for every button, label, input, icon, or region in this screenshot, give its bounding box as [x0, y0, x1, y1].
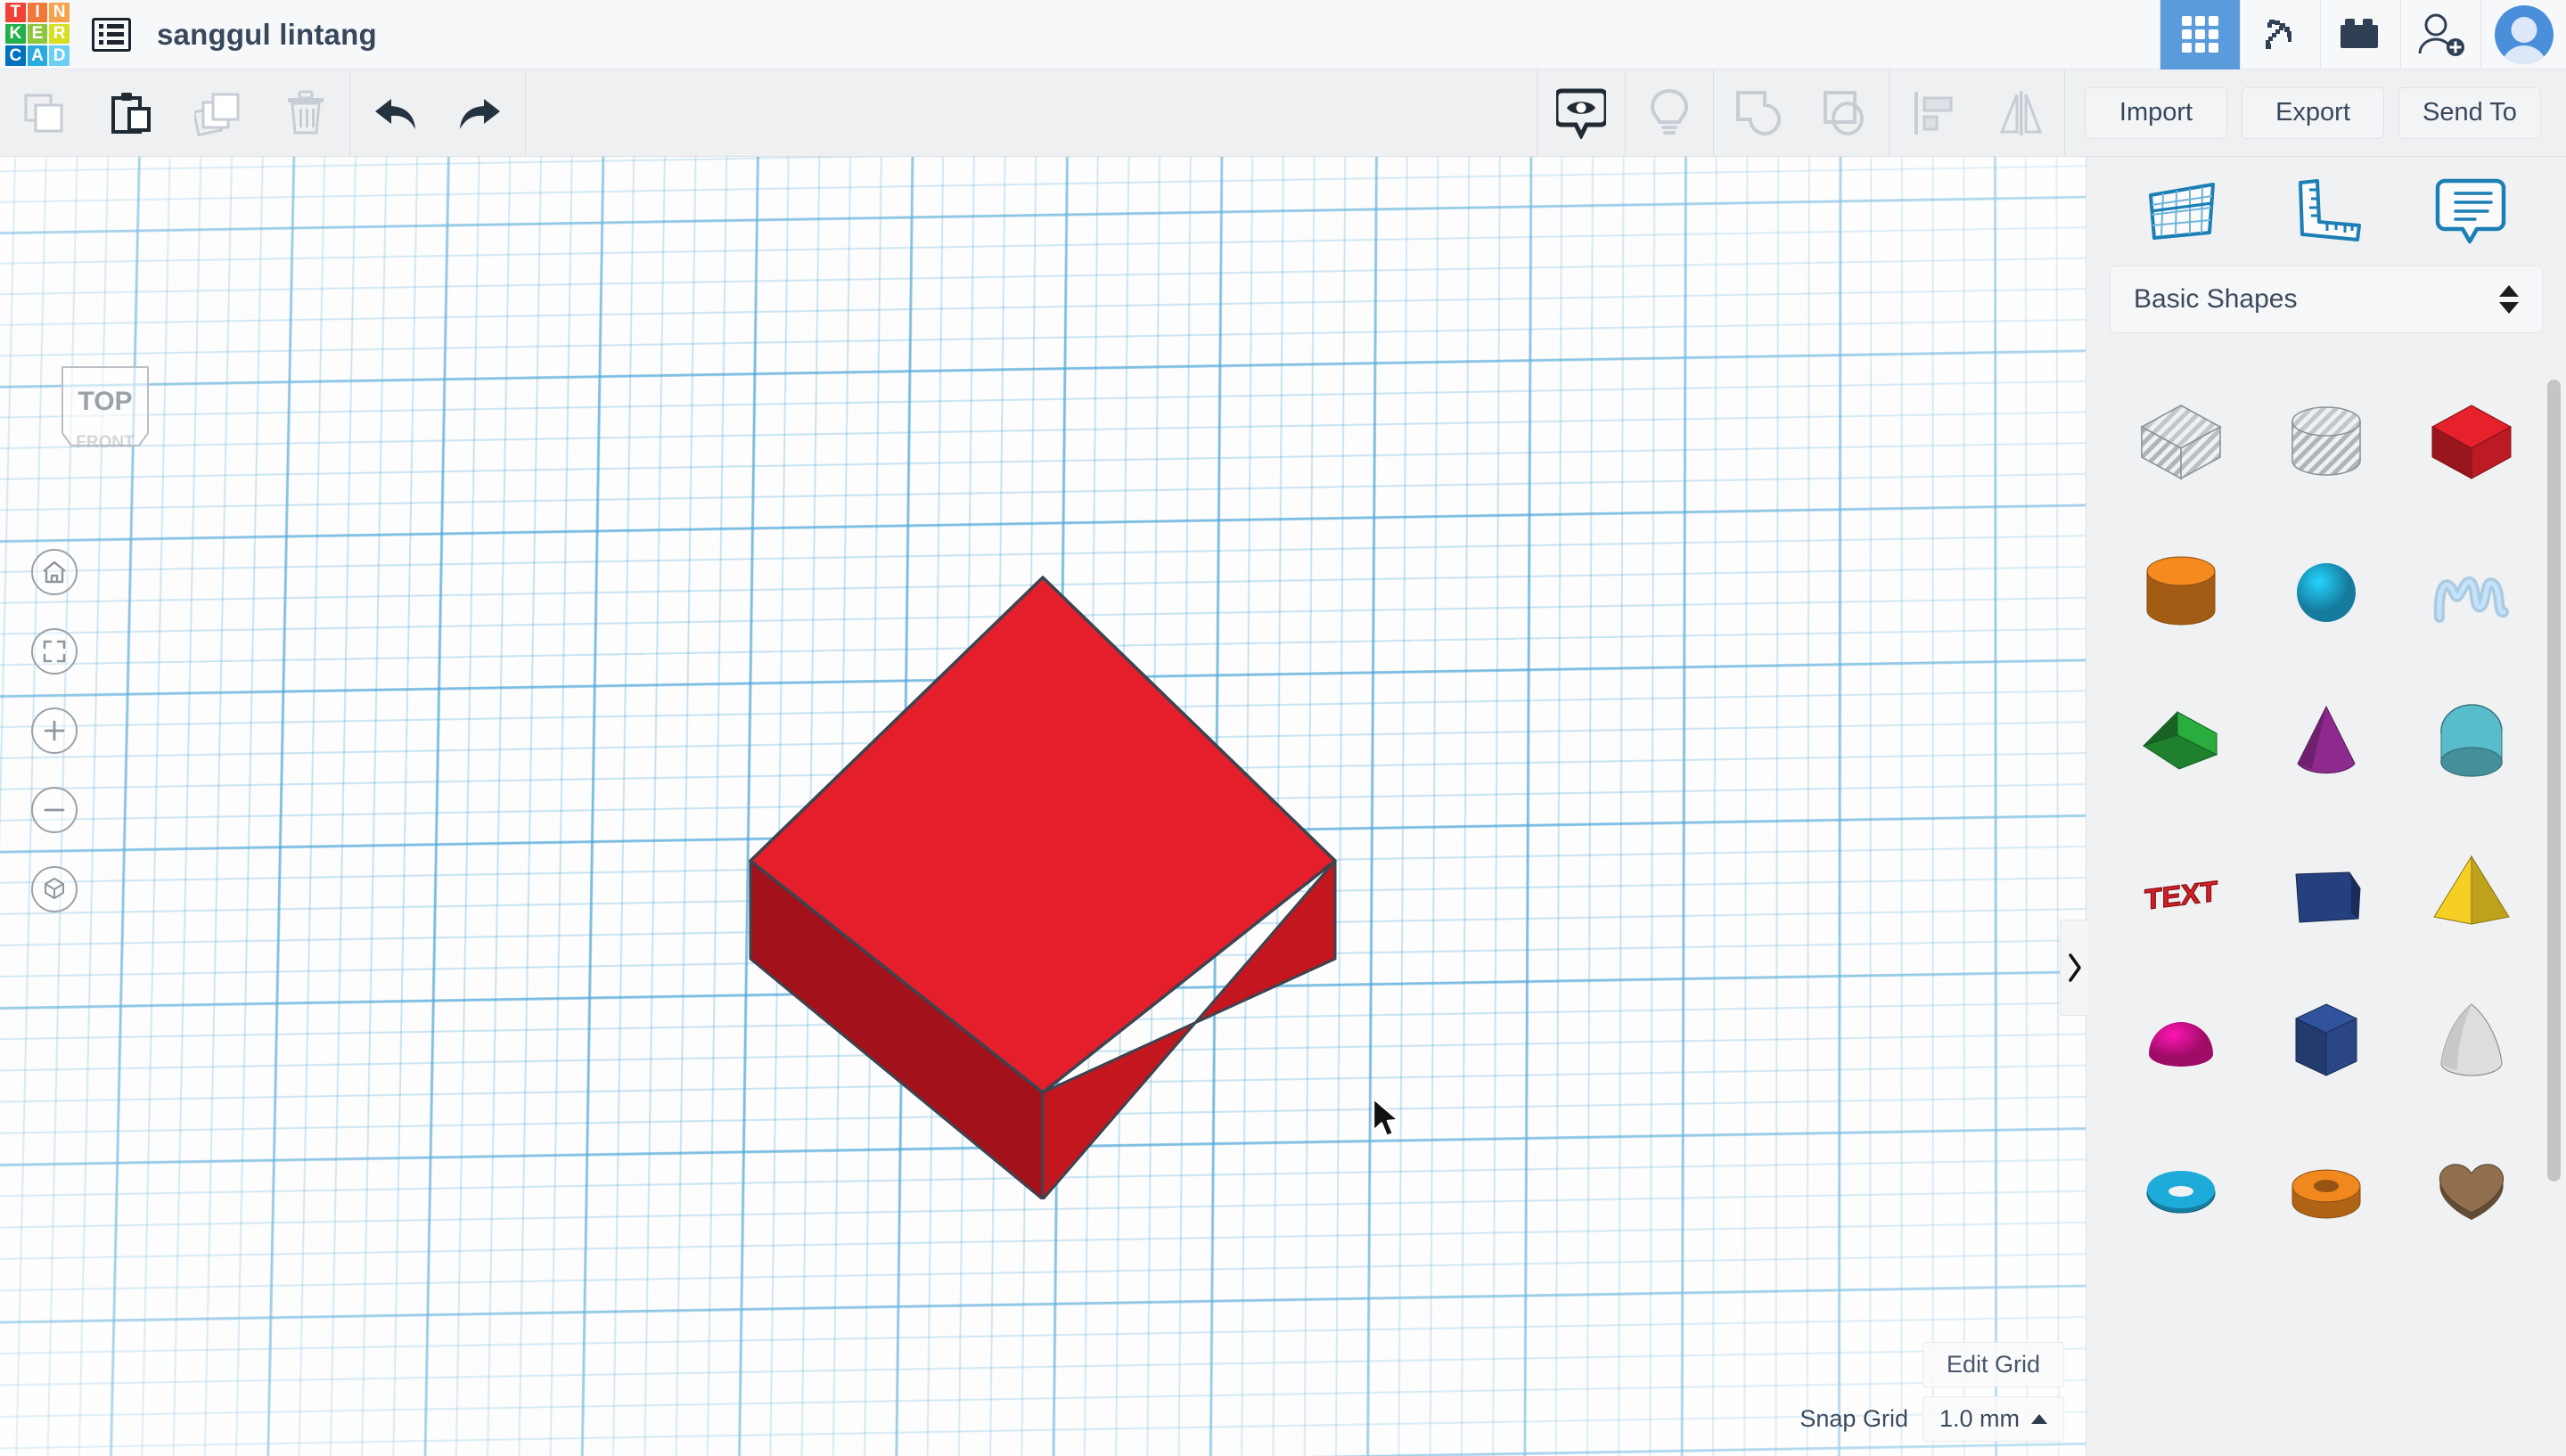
project-menu-button[interactable]	[73, 0, 150, 70]
view-cube-front-label: FRONT	[76, 433, 135, 452]
note-icon[interactable]	[2417, 167, 2524, 256]
lightbulb-icon[interactable]	[1626, 70, 1713, 157]
red-box-shape[interactable]	[749, 576, 1337, 1201]
trash-icon[interactable]	[262, 70, 349, 157]
home-view-icon[interactable]	[31, 549, 78, 595]
scribble-shape[interactable]	[2399, 517, 2545, 667]
snap-grid-row: Snap Grid 1.0 mm	[1799, 1396, 2064, 1442]
document-title[interactable]: sanggul lintang	[157, 18, 377, 52]
shapes-panel: Basic Shapes TEXT	[2060, 157, 2566, 1456]
clipboard-tool-group	[0, 70, 349, 157]
collapse-panel-button[interactable]	[2060, 920, 2088, 1016]
polygon-shape[interactable]	[2253, 816, 2398, 966]
add-person-icon[interactable]	[2400, 0, 2480, 70]
copy-icon[interactable]	[0, 70, 87, 157]
tinkercad-logo[interactable]: TIN KER CAD	[0, 0, 73, 70]
io-button-group: Import Export Send To	[2085, 86, 2566, 139]
torus-shape[interactable]	[2108, 1116, 2253, 1265]
half-sphere-shape[interactable]	[2108, 966, 2253, 1116]
paste-icon[interactable]	[87, 70, 175, 157]
tinkercad-editor: TIN KER CAD sanggul lintang Import Export …	[0, 0, 2566, 1456]
shape-list[interactable]: TEXT	[2086, 351, 2566, 1456]
view-cube-top-label: TOP	[78, 387, 132, 416]
logo-tile-c: C	[5, 45, 26, 66]
paraboloid-shape[interactable]	[2399, 966, 2545, 1116]
topbar-icon-group	[2160, 0, 2566, 70]
logo-tile-e: E	[27, 23, 48, 45]
tube-shape[interactable]	[2253, 1116, 2398, 1265]
ungroup-icon[interactable]	[1801, 70, 1889, 157]
pyramid-shape[interactable]	[2399, 816, 2545, 966]
workplane-icon[interactable]	[2128, 167, 2235, 256]
roof-shape[interactable]	[2399, 667, 2545, 816]
avatar[interactable]	[2480, 0, 2566, 70]
show-hide-eye-icon[interactable]	[1537, 70, 1625, 157]
top-bar: TIN KER CAD sanggul lintang	[0, 0, 2566, 70]
viewport-nav-controls	[31, 549, 78, 912]
library-select-wrap: Basic Shapes	[2086, 266, 2566, 351]
snap-grid-label: Snap Grid	[1799, 1405, 1908, 1432]
cylinder-hole-shape[interactable]	[2253, 367, 2398, 517]
align-icon[interactable]	[1890, 70, 1977, 157]
undo-icon[interactable]	[350, 70, 438, 157]
fit-to-view-icon[interactable]	[31, 628, 78, 675]
sphere-shape[interactable]	[2253, 517, 2398, 667]
export-button[interactable]: Export	[2242, 86, 2384, 139]
lego-brick-icon[interactable]	[2320, 0, 2400, 70]
wedge-shape[interactable]	[2108, 667, 2253, 816]
zoom-in-icon[interactable]	[31, 708, 78, 754]
cylinder-shape[interactable]	[2108, 517, 2253, 667]
snap-grid-value: 1.0 mm	[1939, 1405, 2020, 1432]
duplicate-icon[interactable]	[175, 70, 262, 157]
group-icon[interactable]	[1714, 70, 1801, 157]
send-to-button[interactable]: Send To	[2398, 86, 2541, 139]
grid-controls: Edit Grid Snap Grid 1.0 mm	[1799, 1342, 2064, 1442]
logo-tile-n: N	[49, 2, 70, 22]
logo-tile-t: T	[5, 2, 26, 22]
import-button[interactable]: Import	[2085, 86, 2227, 139]
pickaxe-icon[interactable]	[2240, 0, 2320, 70]
logo-tile-a: A	[27, 45, 48, 66]
logo-tile-k: K	[5, 23, 26, 45]
edit-grid-button[interactable]: Edit Grid	[1922, 1342, 2064, 1387]
cone-shape[interactable]	[2253, 667, 2398, 816]
logo-tile-d: D	[49, 45, 70, 66]
apps-grid-icon[interactable]	[2160, 0, 2240, 70]
shape-library-value: Basic Shapes	[2134, 284, 2298, 314]
heart-shape[interactable]	[2399, 1116, 2545, 1265]
ruler-icon[interactable]	[2273, 167, 2380, 256]
box-hole-shape[interactable]	[2108, 367, 2253, 517]
panel-tool-icons	[2086, 157, 2566, 266]
3d-viewport[interactable]: TOP FRONT Edit Grid Snap Grid 1.0 mm	[0, 157, 2086, 1456]
redo-icon[interactable]	[438, 70, 525, 157]
avatar-image	[2494, 4, 2554, 64]
svg-text:TEXT: TEXT	[2144, 875, 2218, 916]
text-shape[interactable]: TEXT	[2108, 816, 2253, 966]
box-shape[interactable]	[2399, 367, 2545, 517]
shape-library-select[interactable]: Basic Shapes	[2110, 266, 2543, 333]
toolbar-divider-7	[2064, 69, 2065, 157]
view-cube[interactable]: TOP FRONT	[43, 355, 176, 470]
logo-tile-i: I	[27, 2, 48, 22]
caret-up-icon	[2031, 1414, 2047, 1424]
orthographic-toggle-icon[interactable]	[31, 866, 78, 912]
history-tool-group	[350, 70, 525, 157]
snap-grid-select[interactable]: 1.0 mm	[1922, 1396, 2064, 1442]
edit-toolbar: Import Export Send To	[0, 69, 2566, 157]
toolbar-divider-2	[525, 69, 526, 157]
spinner-icon	[2499, 285, 2519, 314]
mirror-icon[interactable]	[1977, 70, 2064, 157]
shapes-scrollbar[interactable]	[2547, 380, 2561, 1182]
list-menu-icon	[92, 17, 131, 52]
chevron-right-icon	[2068, 953, 2081, 982]
zoom-out-icon[interactable]	[31, 787, 78, 833]
hexagon-prism-shape[interactable]	[2253, 966, 2398, 1116]
logo-tile-r: R	[49, 23, 70, 45]
